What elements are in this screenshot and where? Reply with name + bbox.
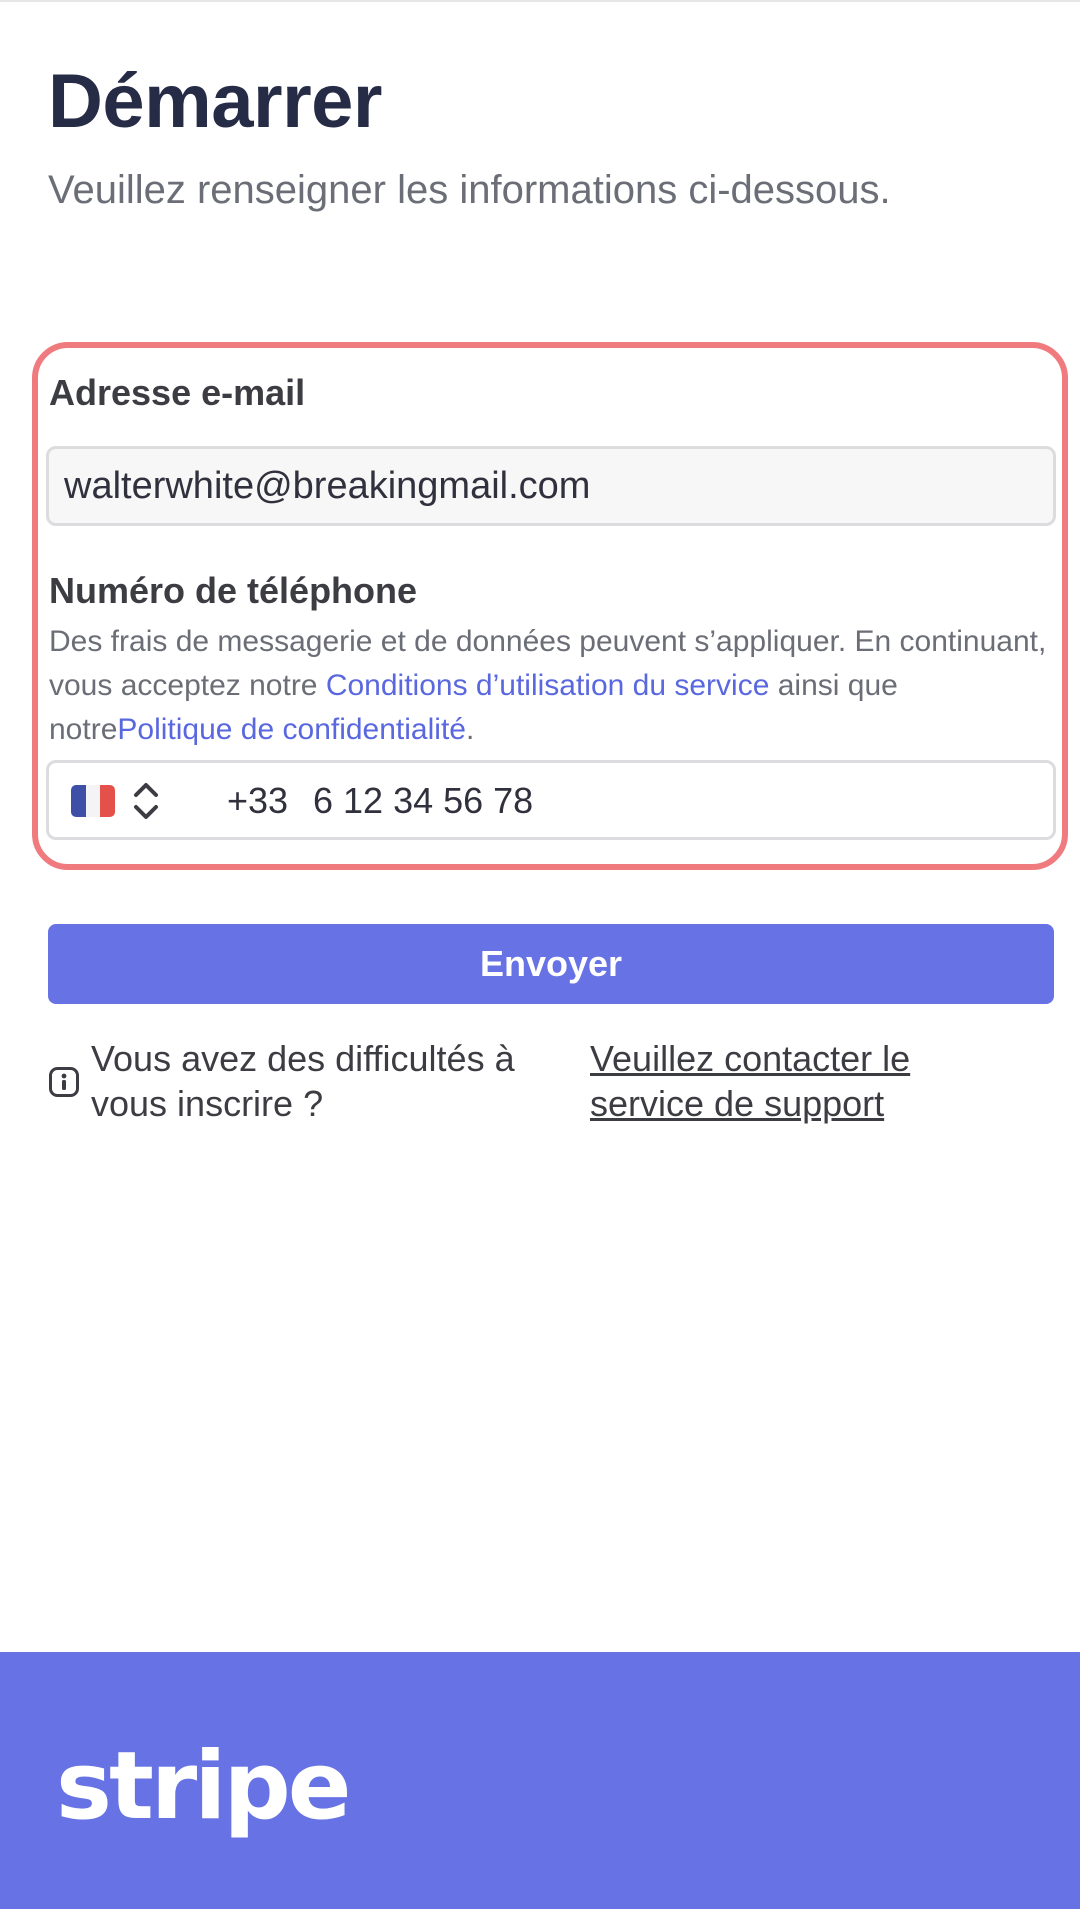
stripe-logo: stripe [56,1732,352,1841]
top-divider [0,0,1080,2]
info-icon [49,1067,79,1097]
footer: stripe [0,1652,1080,1909]
contact-support-link[interactable]: Veuillez contacter le service de support [590,1036,1030,1126]
france-flag-icon[interactable] [71,785,115,817]
page-subtitle: Veuillez renseigner les informations ci-… [48,168,891,212]
phone-number-input[interactable]: 6 12 34 56 78 [313,780,533,822]
privacy-policy-link[interactable]: Politique de confidentialité [117,713,466,746]
signup-help-text: Vous avez des difficultés à vous inscrir… [91,1038,515,1124]
disclaimer-text-end: . [465,713,475,746]
phone-field[interactable]: +33 6 12 34 56 78 [46,760,1056,840]
signup-page: Démarrer Veuillez renseigner les informa… [0,0,1080,1909]
sms-disclaimer: Des frais de messagerie et de données pe… [49,620,1049,752]
email-field[interactable]: walterwhite@breakingmail.com [46,446,1056,526]
dial-code: +33 [227,780,289,821]
email-label: Adresse e-mail [49,372,306,413]
country-selector-chevron-icon[interactable] [131,779,161,823]
page-title: Démarrer [48,59,383,144]
phone-label: Numéro de téléphone [49,570,418,611]
terms-of-service-link[interactable]: Conditions d’utilisation du service [326,669,770,702]
submit-button[interactable]: Envoyer [48,924,1054,1004]
